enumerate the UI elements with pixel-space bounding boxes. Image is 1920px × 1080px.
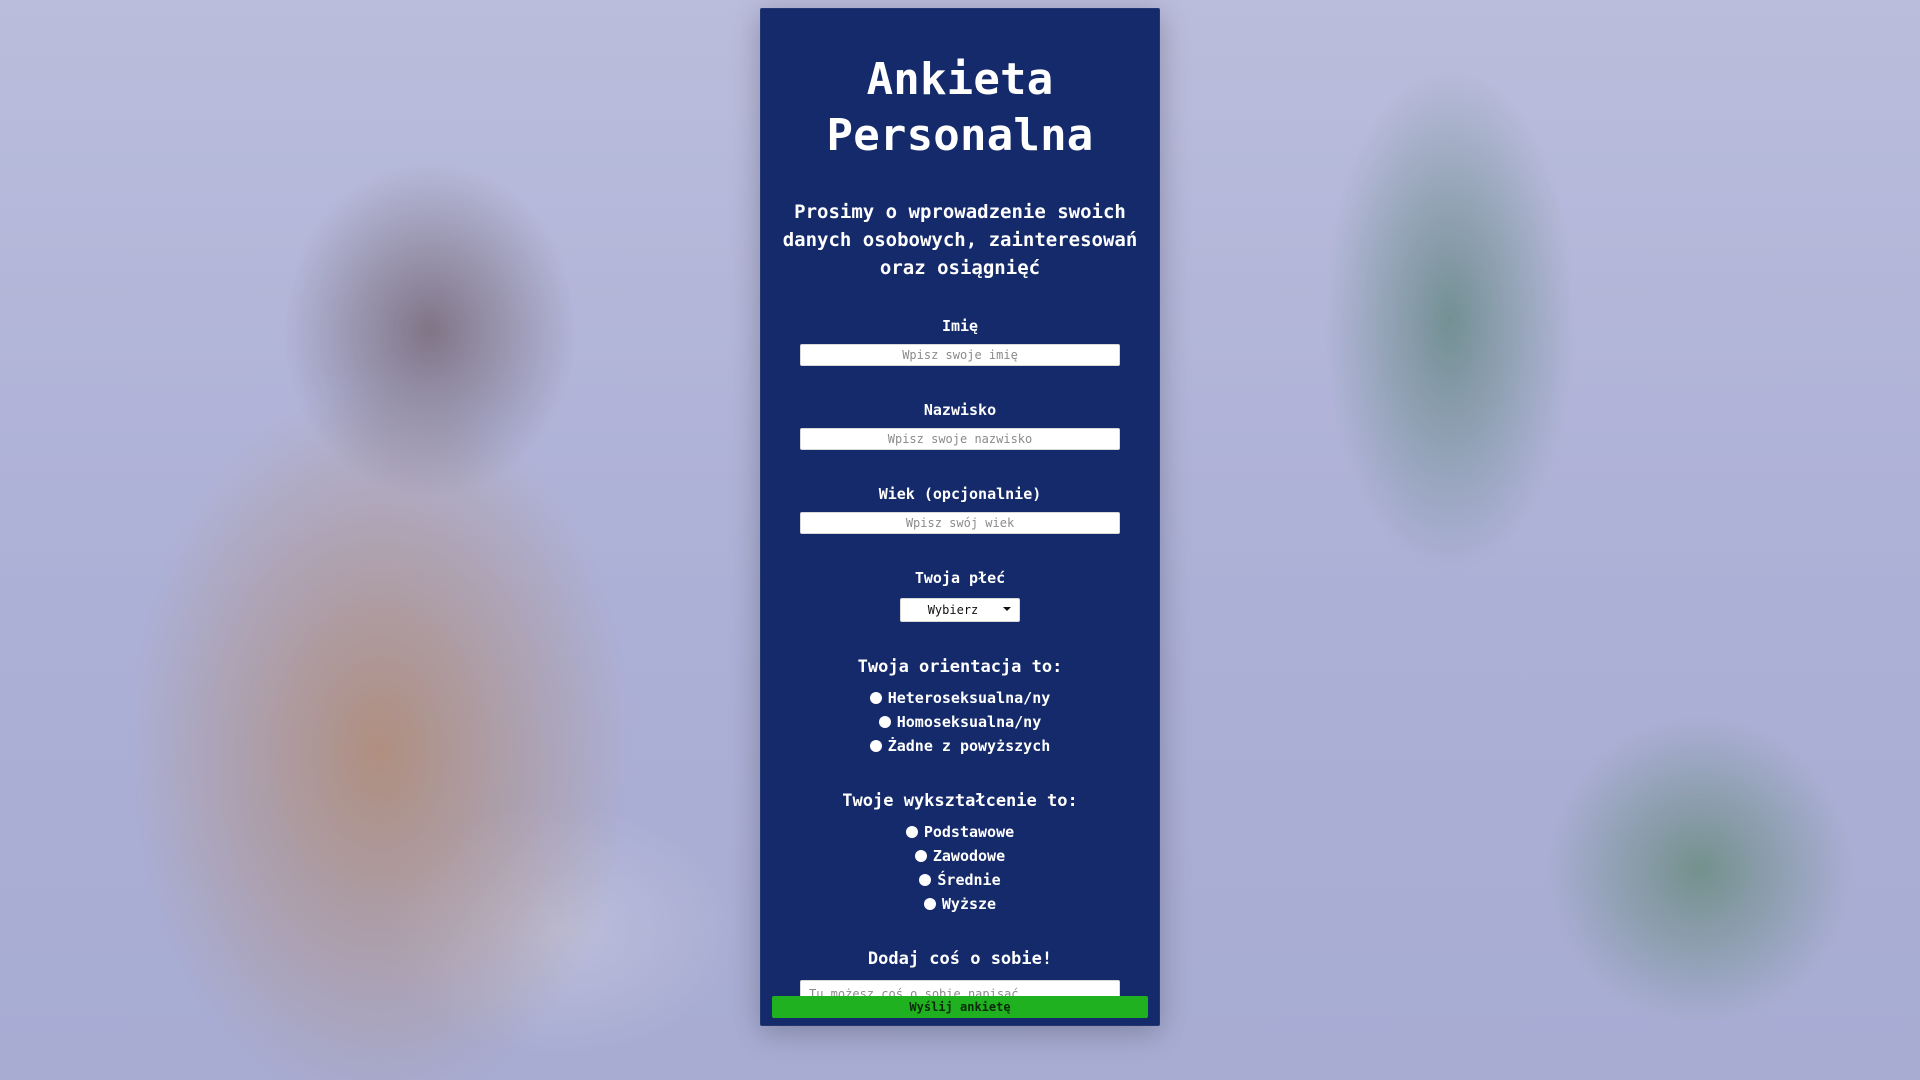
age-input[interactable] xyxy=(800,512,1120,534)
education-option-label: Średnie xyxy=(937,871,1001,889)
orientation-option-label: Żadne z powyższych xyxy=(887,737,1051,755)
last-name-label: Nazwisko xyxy=(923,401,997,419)
radio-icon xyxy=(914,850,927,862)
age-label: Wiek (opcjonalnie) xyxy=(878,485,1042,503)
education-option-secondary[interactable]: Średnie xyxy=(919,870,1001,890)
form-panel: Ankieta Personalna Prosimy o wprowadzeni… xyxy=(760,8,1160,1026)
education-group-label: Twoje wykształcenie to: xyxy=(842,791,1078,811)
radio-icon xyxy=(919,874,932,886)
education-option-label: Wyższe xyxy=(941,895,997,913)
form-title: Ankieta Personalna xyxy=(760,52,1160,164)
education-option-vocational[interactable]: Zawodowe xyxy=(914,846,1006,866)
orientation-options: Heteroseksualna/ny Homoseksualna/ny Żadn… xyxy=(760,688,1160,756)
first-name-input[interactable] xyxy=(800,344,1120,366)
form-content: Ankieta Personalna Prosimy o wprowadzeni… xyxy=(760,8,1160,1026)
education-option-primary[interactable]: Podstawowe xyxy=(905,822,1015,842)
orientation-option-none[interactable]: Żadne z powyższych xyxy=(869,736,1051,756)
first-name-label: Imię xyxy=(941,317,979,335)
about-label: Dodaj coś o sobie! xyxy=(867,949,1053,969)
last-name-input[interactable] xyxy=(800,428,1120,450)
orientation-option-label: Heteroseksualna/ny xyxy=(887,689,1051,707)
orientation-option-label: Homoseksualna/ny xyxy=(896,713,1042,731)
gender-select-wrapper: Wybierz xyxy=(900,598,1020,622)
form-subtitle: Prosimy o wprowadzenie swoich danych oso… xyxy=(782,201,1138,279)
form-title-line-1: Ankieta xyxy=(866,54,1054,105)
education-options: Podstawowe Zawodowe Średnie Wyższe xyxy=(760,822,1160,914)
orientation-option-hetero[interactable]: Heteroseksualna/ny xyxy=(869,688,1051,708)
submit-button[interactable]: Wyślij ankietę xyxy=(772,996,1148,1018)
radio-icon xyxy=(923,898,936,910)
form-title-line-2: Personalna xyxy=(826,110,1094,161)
education-option-label: Podstawowe xyxy=(923,823,1015,841)
education-option-label: Zawodowe xyxy=(932,847,1006,865)
orientation-group-label: Twoja orientacja to: xyxy=(857,657,1063,677)
education-option-higher[interactable]: Wyższe xyxy=(923,894,997,914)
radio-icon xyxy=(878,716,891,728)
radio-icon xyxy=(869,740,882,752)
orientation-option-homo[interactable]: Homoseksualna/ny xyxy=(878,712,1042,732)
radio-icon xyxy=(905,826,918,838)
gender-label: Twoja płeć xyxy=(914,569,1006,587)
gender-select[interactable]: Wybierz xyxy=(900,598,1020,622)
radio-icon xyxy=(869,692,882,704)
